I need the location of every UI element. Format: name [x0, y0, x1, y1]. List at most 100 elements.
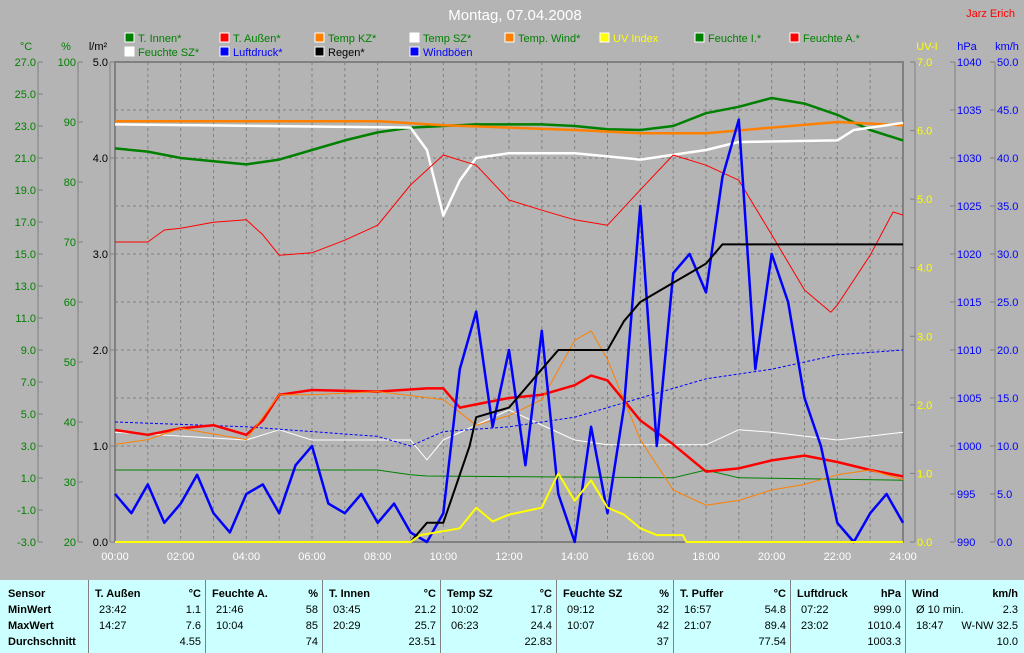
table-column: Feuchte A.% 21:46 58 10:04 85 74	[205, 580, 322, 653]
axis-tick-label-celsius: 7.0	[21, 377, 36, 389]
axis-tick-label-celsius: 23.0	[15, 121, 36, 133]
legend-label: Feuchte A.*	[803, 33, 861, 45]
max-time: 18:47	[916, 620, 944, 632]
axis-unit-percent: %	[61, 41, 71, 53]
weather-chart: Montag, 07.04.2008 Jarz Erich T. Innen* T…	[15, 7, 1019, 563]
axis-tick-label-hpa: 995	[957, 489, 975, 501]
table-column: T. Außen °C 23:42 1.1 14:27 7.6 4.55	[88, 580, 205, 653]
axis-tick-label-hpa: 1035	[957, 105, 981, 117]
legend-swatch	[314, 46, 325, 57]
max-value: 85	[305, 620, 318, 632]
column-unit: hPa	[880, 588, 901, 600]
axis-tick-label-celsius: 15.0	[15, 249, 36, 261]
legend-swatch	[409, 32, 420, 43]
row-label: Sensor	[8, 588, 46, 600]
average-value: 74	[305, 636, 318, 648]
axis-tick-label-kmh: 40.0	[997, 153, 1018, 165]
max-value: 42	[656, 620, 669, 632]
average-value: 4.55	[179, 636, 201, 648]
legend-label: Feuchte I.*	[708, 33, 762, 45]
axis-tick-label-hpa: 1025	[957, 201, 981, 213]
column-unit: °C	[773, 588, 786, 600]
min-value: 2.3	[1002, 604, 1018, 616]
axis-tick-label-uv: 5.0	[917, 194, 932, 206]
axis-tick-label-hpa: 1010	[957, 345, 981, 357]
axis-tick-label-kmh: 45.0	[997, 105, 1018, 117]
legend-swatch	[409, 46, 420, 57]
statistics-table: Sensor MinWert MaxWert Durchschnitt T. Außen…	[0, 580, 1024, 653]
axis-tick-label-rain: 3.0	[93, 249, 108, 261]
axis-tick-label-percent: 50	[64, 357, 76, 369]
min-time: Ø 10 min.	[916, 604, 964, 616]
axis-tick-label-rain: 2.0	[93, 345, 108, 357]
min-time: 03:45	[333, 604, 361, 616]
max-time: 23:02	[801, 620, 829, 632]
axis-tick-label-rain: 0.0	[93, 537, 108, 549]
axis-tick-label-hpa: 1005	[957, 393, 981, 405]
min-time: 21:46	[216, 604, 244, 616]
chart-title: Montag, 07.04.2008	[448, 7, 581, 24]
table-column: Temp SZ °C 10:02 17.8 06:23 24.4 22.83	[440, 580, 556, 653]
axis-tick-label-celsius: 13.0	[15, 281, 36, 293]
column-name: Luftdruck	[797, 588, 848, 600]
column-unit: °C	[539, 588, 552, 600]
axis-tick-label-uv: 7.0	[917, 57, 932, 69]
axis-unit-kmh: km/h	[995, 41, 1019, 53]
axis-tick-label-rain: 5.0	[93, 57, 108, 69]
table-column: Luftdruck hPa 07:22 999.0 23:02 1010.4 1003.3	[790, 580, 905, 653]
min-value: 1.1	[185, 604, 201, 616]
legend-label: Luftdruck*	[233, 47, 283, 59]
column-unit: %	[308, 588, 318, 600]
column-unit: °C	[423, 588, 436, 600]
author-label: Jarz Erich	[966, 8, 1015, 20]
min-value: 54.8	[764, 604, 786, 616]
min-time: 07:22	[801, 604, 829, 616]
min-value: 58	[305, 604, 318, 616]
axis-unit-hpa: hPa	[957, 41, 977, 53]
max-value: W-NW 32.5	[961, 620, 1018, 632]
row-label: MinWert	[8, 604, 52, 616]
column-name: Feuchte SZ	[563, 588, 623, 600]
axis-tick-label-kmh: 30.0	[997, 249, 1018, 261]
x-tick-label: 00:00	[101, 551, 129, 563]
table-column: T. Innen °C 03:45 21.2 20:29 25.7 23.51	[322, 580, 440, 653]
x-tick-label: 10:00	[430, 551, 458, 563]
x-tick-label: 16:00	[627, 551, 655, 563]
legend-label: Regen*	[328, 47, 365, 59]
legend-swatch	[124, 32, 135, 43]
max-value: 1010.4	[867, 620, 901, 632]
axis-unit-celsius: °C	[20, 41, 32, 53]
axis-tick-label-kmh: 20.0	[997, 345, 1018, 357]
axis-tick-label-uv: 4.0	[917, 263, 932, 275]
column-name: T. Außen	[95, 588, 141, 600]
axis-tick-label-celsius: 25.0	[15, 89, 36, 101]
min-time: 09:12	[567, 604, 595, 616]
max-time: 10:04	[216, 620, 244, 632]
average-value: 1003.3	[867, 636, 901, 648]
column-name: T. Innen	[329, 588, 370, 600]
axis-tick-label-hpa: 1040	[957, 57, 981, 69]
min-value: 999.0	[873, 604, 901, 616]
axis-tick-label-percent: 60	[64, 297, 76, 309]
max-time: 14:27	[99, 620, 127, 632]
axis-tick-label-rain: 1.0	[93, 441, 108, 453]
axis-tick-label-hpa: 990	[957, 537, 975, 549]
column-unit: %	[659, 588, 669, 600]
legend-swatch	[599, 32, 610, 43]
legend-label: Feuchte SZ*	[138, 47, 200, 59]
axis-tick-label-percent: 100	[58, 57, 76, 69]
axis-tick-label-kmh: 5.0	[997, 489, 1012, 501]
axis-tick-label-celsius: -1.0	[17, 505, 36, 517]
axis-tick-label-uv: 1.0	[917, 468, 932, 480]
axis-tick-label-hpa: 1020	[957, 249, 981, 261]
min-value: 21.2	[414, 604, 436, 616]
x-tick-label: 06:00	[298, 551, 326, 563]
average-value: 77.54	[758, 636, 786, 648]
axis-tick-label-celsius: 9.0	[21, 345, 36, 357]
axis-tick-label-celsius: 21.0	[15, 153, 36, 165]
axis-tick-label-uv: 3.0	[917, 331, 932, 343]
x-tick-label: 14:00	[561, 551, 589, 563]
axis-tick-label-percent: 20	[64, 537, 76, 549]
x-tick-label: 24:00	[889, 551, 917, 563]
legend-label: Temp KZ*	[328, 33, 377, 45]
